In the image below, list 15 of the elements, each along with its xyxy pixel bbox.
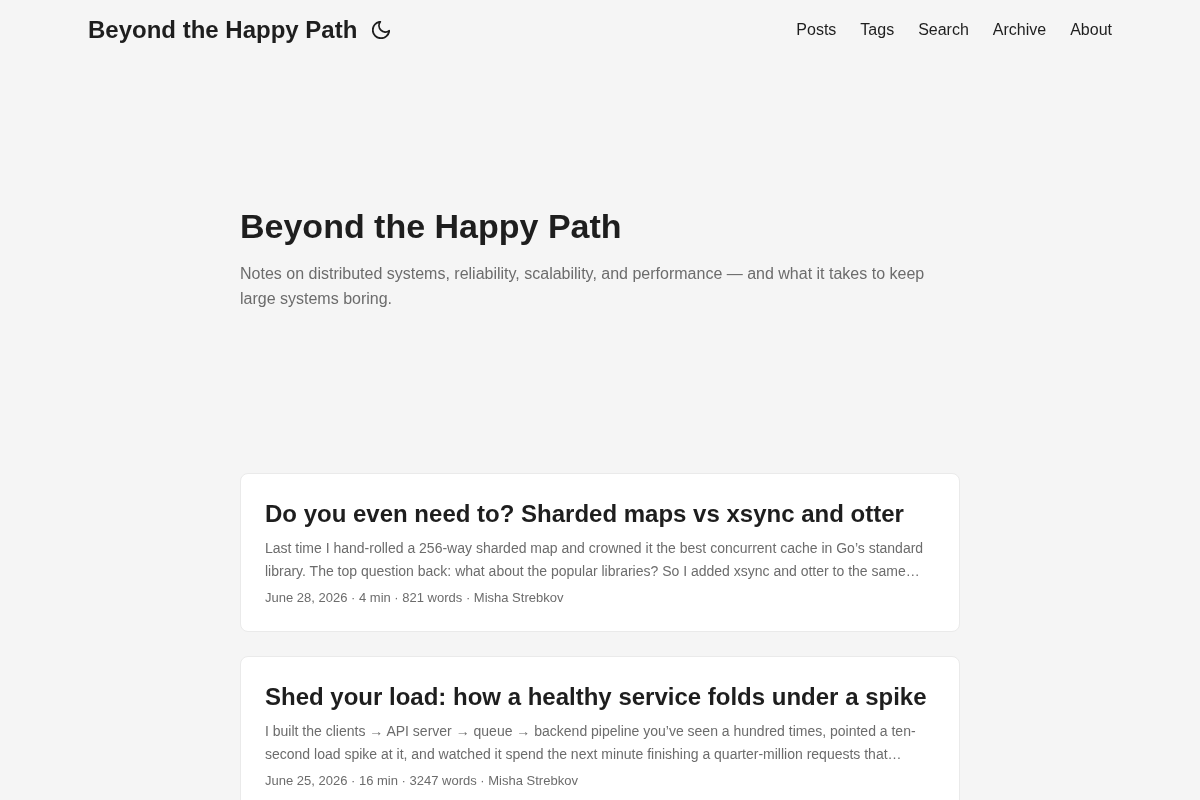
- post-title[interactable]: Shed your load: how a healthy service folds under a spike: [265, 682, 927, 710]
- nav-link[interactable]: Archive: [992, 20, 1047, 40]
- post-meta: June 28, 2026 · 4 min · 821 words · Misha Strebkov: [265, 588, 565, 607]
- post-meta: June 25, 2026 · 16 min · 3247 words · Misha Strebkov: [265, 771, 579, 790]
- site-logo[interactable]: Beyond the Happy Path: [88, 18, 358, 42]
- nav-link[interactable]: Posts: [796, 20, 837, 40]
- moon-icon[interactable]: [372, 21, 391, 39]
- post-summary: Last time I hand-rolled a 256-way sharded map and crowned it the best concurrent cache in Go’s standard library. The top question back: what about the popular libraries? So I added xsync and otter to the same…: [265, 538, 925, 581]
- nav-link[interactable]: Search: [918, 20, 969, 40]
- post-title[interactable]: Do you even need to? Sharded maps vs xsync and otter: [265, 499, 904, 527]
- nav-link[interactable]: Tags: [860, 20, 895, 40]
- nav-link[interactable]: About: [1070, 20, 1112, 40]
- hero-description: Notes on distributed systems, reliability, scalability, and performance — and what it takes to keep large systems boring.: [240, 263, 926, 309]
- post-summary: I built the clients → API server → queue → backend pipeline you’ve seen a hundred times, pointed a ten-second load spike at it, and watched it spend the next minute finishing a quarter-million requests that…: [265, 721, 917, 764]
- hero-title: Beyond the Happy Path: [240, 206, 623, 247]
